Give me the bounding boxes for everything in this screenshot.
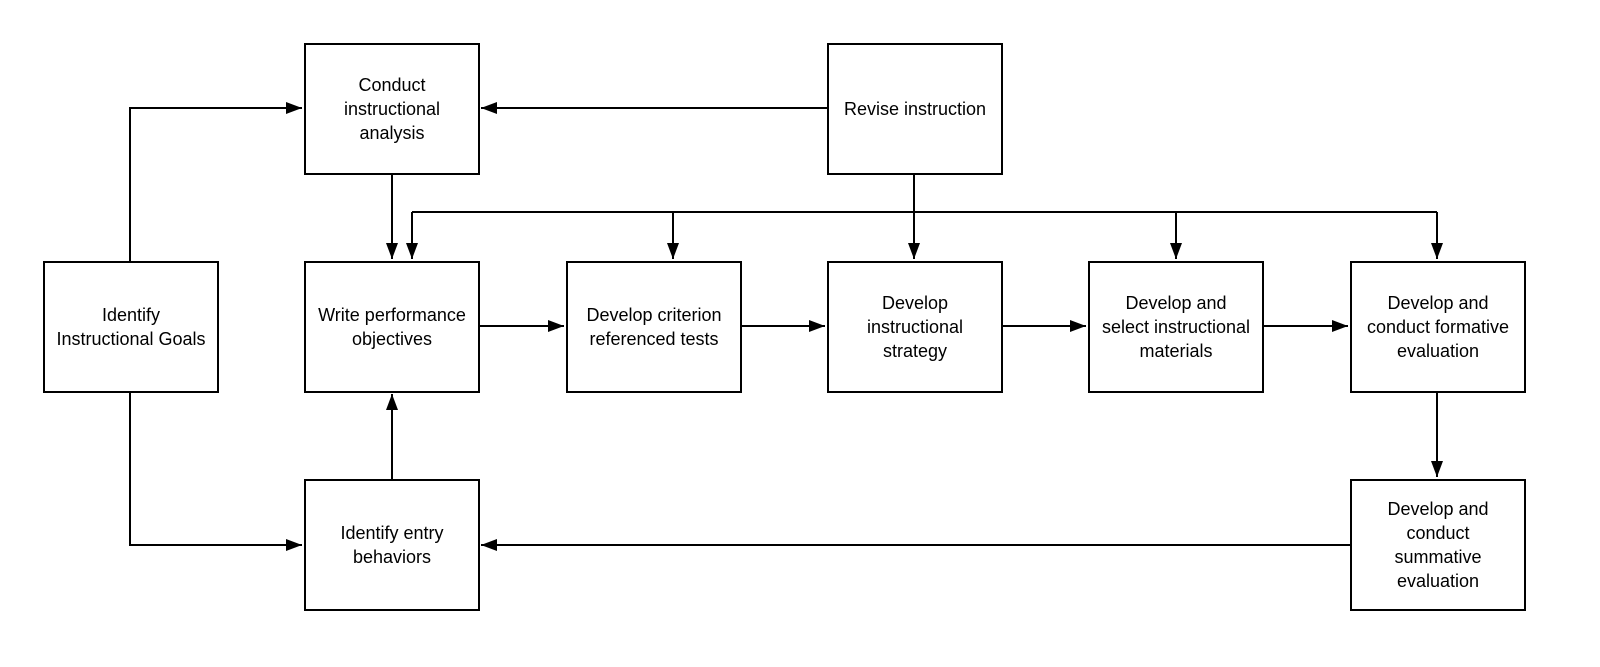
node-label-line: summative: [1394, 547, 1482, 567]
edge-goals-entry: [129, 393, 302, 551]
node-develop-select-materials: Develop and select instructional materials: [1088, 261, 1264, 393]
node-label-line: materials: [1139, 341, 1213, 361]
node-write-performance-objectives: Write performance objectives: [304, 261, 480, 393]
node-label-line: objectives: [351, 329, 433, 349]
node-identify-entry-behaviors: Identify entry behaviors: [304, 479, 480, 611]
node-conduct-instructional-analysis: Conduct instructional analysis: [304, 43, 480, 175]
node-label-line: Write performance: [318, 305, 466, 325]
node-label-line: Develop and: [1387, 499, 1489, 519]
node-label-line: instructional: [866, 317, 964, 337]
node-label-line: evaluation: [1396, 571, 1480, 591]
node-develop-criterion-referenced-tests: Develop criterion referenced tests: [566, 261, 742, 393]
node-label-line: Identify: [101, 305, 161, 325]
node-label-line: behaviors: [352, 547, 432, 567]
node-develop-instructional-strategy: Develop instructional strategy: [827, 261, 1003, 393]
node-label-line: select instructional: [1101, 317, 1251, 337]
node-label-line: Develop: [881, 293, 949, 313]
node-label-line: conduct formative: [1366, 317, 1510, 337]
node-label-line: Revise instruction: [843, 99, 987, 119]
node-identify-instructional-goals: Identify Instructional Goals: [43, 261, 219, 393]
node-label-line: Identify entry: [340, 523, 444, 543]
node-label-line: analysis: [359, 123, 425, 143]
node-label-line: Develop criterion: [586, 305, 722, 325]
node-label-line: Conduct: [358, 75, 426, 95]
node-label-line: Develop and: [1387, 293, 1489, 313]
node-label-line: referenced tests: [589, 329, 719, 349]
edge-goals-analysis: [129, 102, 302, 261]
node-label-line: Instructional Goals: [56, 329, 206, 349]
node-formative-evaluation: Develop and conduct formative evaluation: [1350, 261, 1526, 393]
node-label-line: evaluation: [1396, 341, 1480, 361]
node-revise-instruction: Revise instruction: [827, 43, 1003, 175]
node-label-line: conduct: [1406, 523, 1470, 543]
node-label-line: Develop and: [1125, 293, 1227, 313]
node-label-line: instructional: [343, 99, 441, 119]
node-summative-evaluation: Develop and conduct summative evaluation: [1350, 479, 1526, 611]
node-label-line: strategy: [882, 341, 948, 361]
